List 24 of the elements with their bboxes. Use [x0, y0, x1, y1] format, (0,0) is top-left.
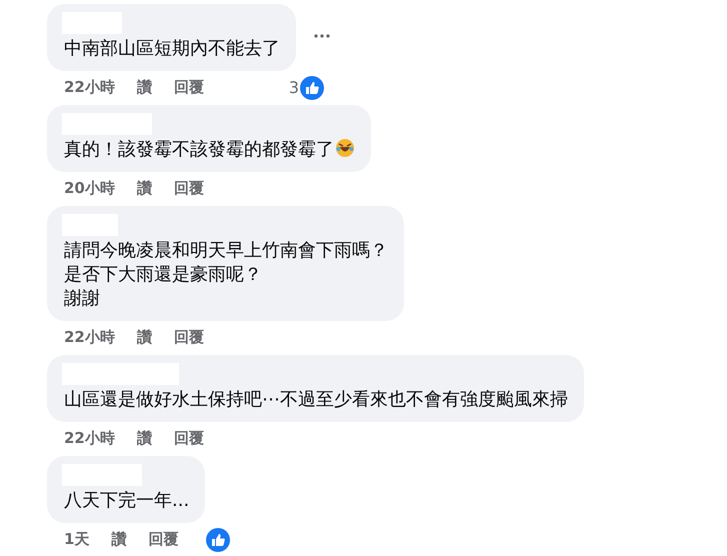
reply-link[interactable]: 回覆 [148, 530, 178, 549]
like-link[interactable]: 讚 [136, 429, 152, 448]
comment-time[interactable]: 22小時 [64, 328, 115, 347]
like-count[interactable]: 3 [288, 78, 299, 97]
thumbs-up-icon[interactable] [300, 76, 324, 100]
comment-text: 山區還是做好水土保持吧⋯不過至少看來也不會有強度颱風來掃 [64, 388, 568, 412]
thumbs-up-icon[interactable] [206, 528, 230, 552]
reply-link[interactable]: 回覆 [174, 328, 204, 347]
comment-time[interactable]: 22小時 [64, 78, 115, 97]
comment-time[interactable]: 20小時 [64, 179, 115, 198]
comment-text: 請問今晚凌晨和明天早上竹南會下雨嗎？ 是否下大雨還是豪雨呢？ 謝謝 [64, 239, 388, 311]
reply-link[interactable]: 回覆 [174, 78, 204, 97]
like-link[interactable]: 讚 [136, 328, 152, 347]
comment-text: 真的！該發霉不該發霉的都發霉了 [64, 138, 355, 162]
more-options-icon[interactable] [314, 34, 330, 38]
comment-text: 中南部山區短期內不能去了 [64, 37, 280, 61]
comment-text: 八天下完一年... [64, 489, 190, 513]
like-link[interactable]: 讚 [111, 530, 126, 549]
like-link[interactable]: 讚 [136, 179, 152, 198]
reply-link[interactable]: 回覆 [174, 179, 204, 198]
comment-time[interactable]: 1天 [64, 530, 90, 549]
comment-time[interactable]: 22小時 [64, 429, 115, 448]
like-link[interactable]: 讚 [136, 78, 152, 97]
reply-link[interactable]: 回覆 [174, 429, 204, 448]
